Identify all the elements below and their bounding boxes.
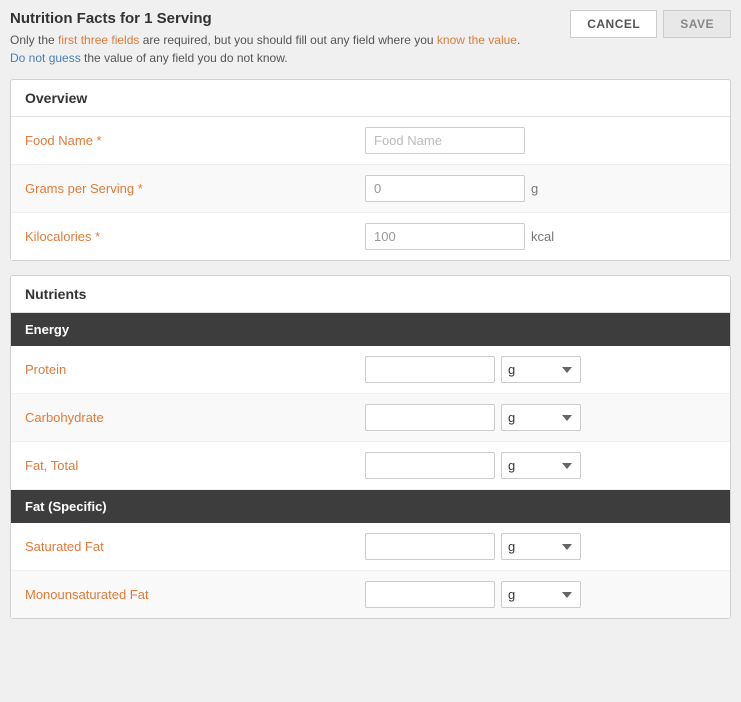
protein-input[interactable] [365, 356, 495, 383]
subtitle-period: . [517, 33, 520, 47]
monounsaturated-fat-unit-select[interactable]: g mg µg [501, 581, 581, 608]
overview-card: Overview Food Name * Grams per Serving *… [10, 79, 731, 261]
page-header: Nutrition Facts for 1 Serving Only the f… [10, 10, 731, 67]
protein-label: Protein [25, 362, 365, 377]
monounsaturated-fat-row: Monounsaturated Fat g mg µg [11, 571, 730, 618]
subtitle-prefix: Only the [10, 33, 58, 47]
protein-input-area: g mg µg [365, 356, 581, 383]
kilocalories-label: Kilocalories * [25, 229, 365, 244]
monounsaturated-fat-input-area: g mg µg [365, 581, 581, 608]
page-subtitle: Only the first three fields are required… [10, 31, 520, 67]
fat-total-row: Fat, Total g mg µg [11, 442, 730, 490]
protein-row: Protein g mg µg [11, 346, 730, 394]
kcal-unit-label: kcal [531, 229, 554, 244]
monounsaturated-fat-label: Monounsaturated Fat [25, 587, 365, 602]
fat-total-input[interactable] [365, 452, 495, 479]
saturated-fat-row: Saturated Fat g mg µg [11, 523, 730, 571]
overview-header: Overview [11, 80, 730, 117]
kilocalories-input-area: kcal [365, 223, 554, 250]
subtitle-highlight-required: first three fields [58, 33, 139, 47]
cancel-button[interactable]: CANCEL [570, 10, 657, 38]
fat-total-unit-select[interactable]: g mg µg [501, 452, 581, 479]
carbohydrate-label: Carbohydrate [25, 410, 365, 425]
carbohydrate-input[interactable] [365, 404, 495, 431]
fat-total-label: Fat, Total [25, 458, 365, 473]
carbohydrate-input-area: g mg µg [365, 404, 581, 431]
subtitle-highlight-know: know the value [437, 33, 517, 47]
grams-unit-label: g [531, 181, 538, 196]
food-name-input[interactable] [365, 127, 525, 154]
page-title: Nutrition Facts for 1 Serving [10, 10, 520, 27]
saturated-fat-unit-select[interactable]: g mg µg [501, 533, 581, 560]
protein-unit-select[interactable]: g mg µg [501, 356, 581, 383]
energy-group-header: Energy [11, 313, 730, 346]
food-name-input-area [365, 127, 525, 154]
grams-serving-input-area: g [365, 175, 538, 202]
saturated-fat-label: Saturated Fat [25, 539, 365, 554]
kilocalories-row: Kilocalories * kcal [11, 213, 730, 260]
grams-serving-label: Grams per Serving * [25, 181, 365, 196]
grams-serving-input[interactable] [365, 175, 525, 202]
food-name-label: Food Name * [25, 133, 365, 148]
carbohydrate-row: Carbohydrate g mg µg [11, 394, 730, 442]
subtitle-mid: are required, but you should fill out an… [139, 33, 437, 47]
kilocalories-input[interactable] [365, 223, 525, 250]
monounsaturated-fat-input[interactable] [365, 581, 495, 608]
grams-serving-row: Grams per Serving * g [11, 165, 730, 213]
carbohydrate-unit-select[interactable]: g mg µg [501, 404, 581, 431]
saturated-fat-input[interactable] [365, 533, 495, 560]
fat-total-input-area: g mg µg [365, 452, 581, 479]
page-container: Nutrition Facts for 1 Serving Only the f… [10, 10, 731, 619]
subtitle-suffix: the value of any field you do not know. [81, 51, 288, 65]
food-name-row: Food Name * [11, 117, 730, 165]
nutrients-header: Nutrients [11, 276, 730, 313]
save-button[interactable]: SAVE [663, 10, 731, 38]
subtitle-highlight-guess: Do not guess [10, 51, 81, 65]
nutrients-card: Nutrients Energy Protein g mg µg Carbohy… [10, 275, 731, 619]
saturated-fat-input-area: g mg µg [365, 533, 581, 560]
fat-specific-group-header: Fat (Specific) [11, 490, 730, 523]
header-buttons: CANCEL SAVE [570, 10, 731, 38]
header-text-block: Nutrition Facts for 1 Serving Only the f… [10, 10, 520, 67]
